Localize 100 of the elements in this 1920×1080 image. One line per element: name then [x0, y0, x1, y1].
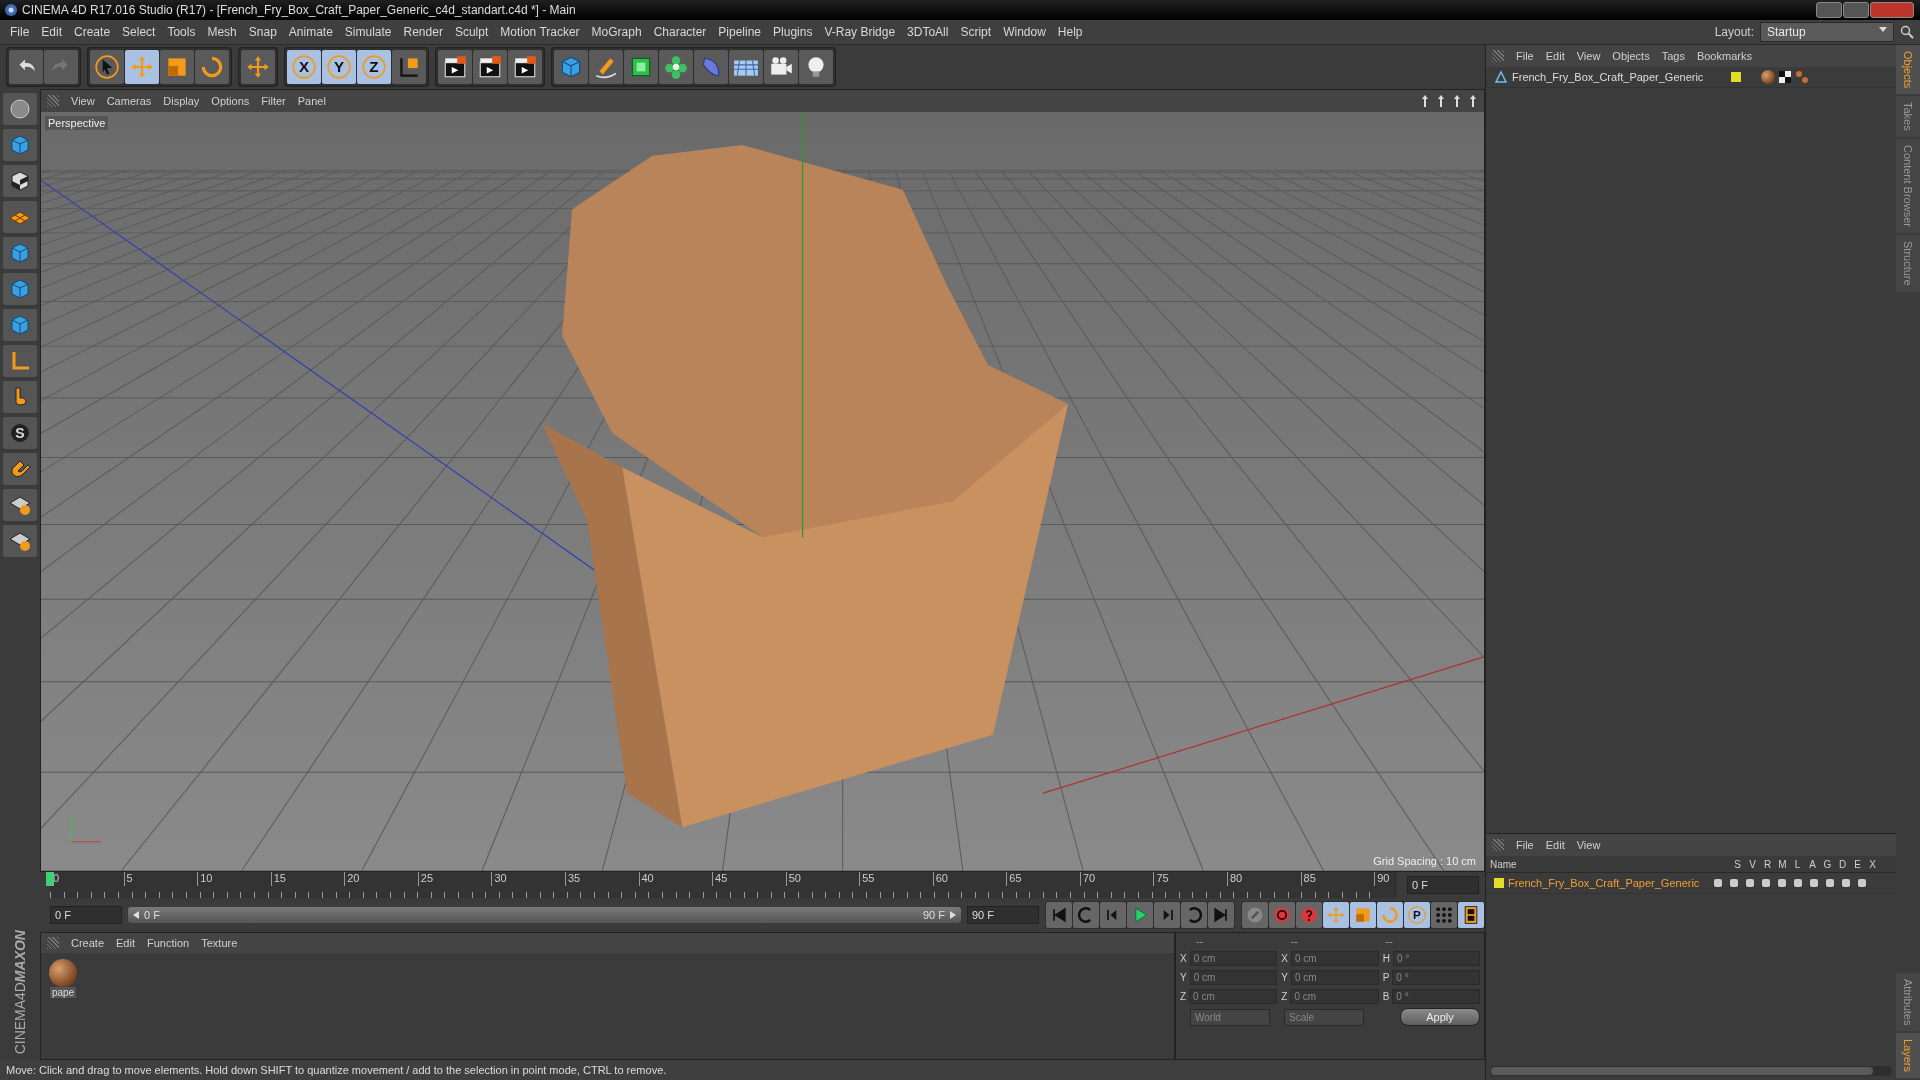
menu-item[interactable]: V-Ray Bridge — [818, 25, 902, 39]
horizontal-scrollbar[interactable] — [1490, 1066, 1892, 1076]
viewport-menu-item[interactable]: Filter — [255, 95, 292, 107]
menu-item[interactable]: MoGraph — [585, 25, 648, 39]
film-strip-button[interactable] — [1458, 902, 1484, 928]
checker-cube-tool-button[interactable] — [3, 165, 37, 197]
coordinate-field[interactable]: 0 cm — [1189, 970, 1278, 985]
panel-grip-icon[interactable] — [47, 937, 59, 949]
apply-button[interactable]: Apply — [1400, 1008, 1480, 1026]
menu-item[interactable]: Select — [116, 25, 162, 39]
objects-menu-item[interactable]: File — [1510, 50, 1540, 62]
preview-range-bar[interactable]: 0 F 90 F — [128, 907, 961, 923]
objects-menu-item[interactable]: Edit — [1539, 50, 1571, 62]
viewport-menu-item[interactable]: View — [65, 95, 101, 107]
coordinate-field[interactable]: 0 cm — [1291, 970, 1379, 985]
objects-menu-item[interactable]: Objects — [1606, 50, 1656, 62]
coordinate-field[interactable]: 0 cm — [1189, 951, 1278, 966]
plane-tool-button[interactable] — [3, 201, 37, 233]
cube-tool-button[interactable] — [3, 237, 37, 269]
menu-item[interactable]: Tools — [161, 25, 202, 39]
deformer-tool-button[interactable] — [694, 50, 728, 84]
help-button[interactable] — [1296, 902, 1322, 928]
previous-key-button[interactable] — [1100, 902, 1126, 928]
cloner-flower-tool-button[interactable] — [659, 50, 693, 84]
light-bulb-tool-button[interactable] — [799, 50, 833, 84]
menu-item[interactable]: Simulate — [338, 25, 398, 39]
viewport-menu-item[interactable]: Cameras — [100, 95, 158, 107]
skip-start-button[interactable] — [1046, 902, 1072, 928]
loop-button[interactable] — [1181, 902, 1207, 928]
camera-tool-button[interactable] — [764, 50, 798, 84]
menu-item[interactable]: File — [4, 25, 36, 39]
undo-tool-button[interactable] — [9, 50, 43, 84]
clapperboard-tool-button[interactable] — [438, 50, 472, 84]
coordinate-field[interactable]: 0 ° — [1392, 951, 1480, 966]
panel-grip-icon[interactable] — [1492, 50, 1504, 62]
menu-item[interactable]: Character — [647, 25, 713, 39]
cube-tool-button[interactable] — [554, 50, 588, 84]
menu-item[interactable]: Sculpt — [448, 25, 495, 39]
record-button[interactable] — [1269, 902, 1295, 928]
menu-item[interactable]: Create — [68, 25, 117, 39]
menu-item[interactable]: Render — [397, 25, 449, 39]
play-button[interactable] — [1127, 902, 1153, 928]
key-lock-button[interactable] — [1242, 902, 1268, 928]
menu-item[interactable]: Help — [1051, 25, 1089, 39]
side-tab[interactable]: Structure — [1896, 235, 1920, 292]
coordinate-field[interactable]: 0 cm — [1189, 989, 1278, 1004]
search-icon[interactable] — [1900, 25, 1914, 39]
viewport-menu-item[interactable]: Panel — [291, 95, 332, 107]
layers-menu-item[interactable]: Edit — [1539, 839, 1571, 851]
coordinate-field[interactable]: 0 cm — [1291, 951, 1379, 966]
menu-item[interactable]: Plugins — [767, 25, 819, 39]
clapperboard-tool-button[interactable] — [508, 50, 542, 84]
menu-item[interactable]: Script — [954, 25, 998, 39]
grid-snap-tool-button[interactable] — [3, 525, 37, 557]
scale-square-button[interactable] — [1350, 902, 1376, 928]
start-frame-field[interactable]: 0 F — [50, 906, 122, 924]
playhead-marker[interactable] — [46, 872, 54, 886]
next-key-button[interactable] — [1154, 902, 1180, 928]
menu-item[interactable]: Mesh — [201, 25, 243, 39]
side-tab[interactable]: Layers — [1896, 1032, 1920, 1078]
restore-button[interactable] — [1843, 2, 1869, 18]
menu-item[interactable]: Edit — [35, 25, 69, 39]
menu-item[interactable]: 3DToAll — [901, 25, 955, 39]
layers-menu-item[interactable]: View — [1570, 839, 1607, 851]
menu-item[interactable]: Animate — [282, 25, 339, 39]
objects-menu-item[interactable]: Bookmarks — [1690, 50, 1758, 62]
menu-item[interactable]: Pipeline — [712, 25, 768, 39]
layout-dropdown[interactable]: Startup — [1760, 22, 1894, 42]
dot-grid-button[interactable] — [1431, 902, 1457, 928]
object-name[interactable]: French_Fry_Box_Craft_Paper_Generic — [1512, 71, 1727, 83]
scale-square-tool-button[interactable] — [160, 50, 194, 84]
layer-name[interactable]: French_Fry_Box_Craft_Paper_Generic — [1508, 877, 1708, 889]
subdivision-cube-tool-button[interactable] — [624, 50, 658, 84]
viewport-menu-item[interactable]: Options — [205, 95, 256, 107]
angle-tool-button[interactable] — [3, 345, 37, 377]
coordinate-field[interactable]: 0 ° — [1392, 970, 1480, 985]
material-tag-icon[interactable] — [1761, 70, 1775, 84]
floor-grid-tool-button[interactable] — [729, 50, 763, 84]
rewind-button[interactable] — [1073, 902, 1099, 928]
coordinate-field[interactable]: 0 cm — [1290, 989, 1379, 1004]
skip-end-button[interactable] — [1208, 902, 1234, 928]
menu-item[interactable]: Motion Tracker — [494, 25, 586, 39]
grid-lock-tool-button[interactable] — [3, 489, 37, 521]
pen-tool-button[interactable] — [589, 50, 623, 84]
brush-tool-button[interactable] — [3, 381, 37, 413]
rotate-tool-button[interactable] — [195, 50, 229, 84]
clapperboard-tool-button[interactable] — [473, 50, 507, 84]
side-tab[interactable]: Attributes — [1896, 972, 1920, 1031]
current-frame-field[interactable]: 0 F — [1407, 876, 1479, 894]
viewport-menu-item[interactable]: Display — [157, 95, 206, 107]
material-menu-item[interactable]: Texture — [195, 937, 244, 949]
sphere-tool-button[interactable] — [3, 93, 37, 125]
cube-tool-button[interactable] — [3, 273, 37, 305]
material-menu-item[interactable]: Function — [141, 937, 196, 949]
arrow-cursor-tool-button[interactable] — [90, 50, 124, 84]
coordinate-field[interactable]: 0 ° — [1392, 989, 1480, 1004]
cube-tool-button[interactable] — [3, 309, 37, 341]
end-frame-field[interactable]: 90 F — [967, 906, 1039, 924]
side-tab[interactable]: Content Browser — [1896, 139, 1920, 233]
checker-tag-icon[interactable] — [1779, 71, 1791, 83]
